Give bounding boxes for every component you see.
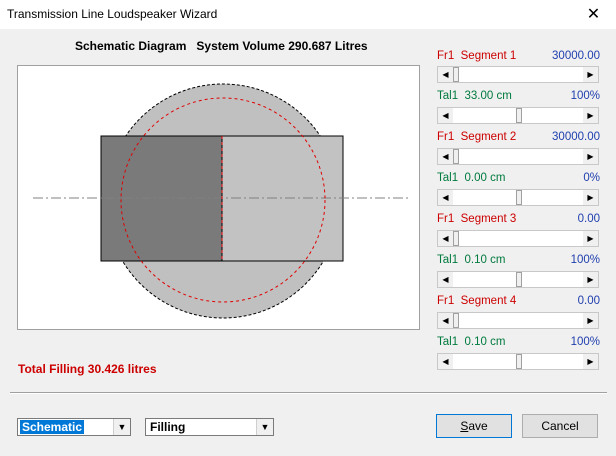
segment-2-frequency-label: Fr1 Segment 2 bbox=[437, 131, 517, 143]
scrollbar-thumb[interactable] bbox=[453, 149, 459, 164]
segment-1-taper-row: Tal1 33.00 cm 100% bbox=[437, 90, 600, 105]
segment-3-frequency-value: 0.00 bbox=[577, 213, 600, 225]
left-arrow-icon[interactable]: ◀ bbox=[438, 313, 453, 328]
segment-4-taper-value: 100% bbox=[570, 336, 600, 348]
save-button[interactable]: Save bbox=[436, 414, 512, 438]
left-arrow-icon[interactable]: ◀ bbox=[438, 67, 453, 82]
segment-3-frequency-scrollbar[interactable]: ◀ ▶ bbox=[437, 230, 599, 247]
scrollbar-thumb[interactable] bbox=[453, 67, 459, 82]
segment-1-frequency-label: Fr1 Segment 1 bbox=[437, 50, 517, 62]
segment-1-frequency-scrollbar[interactable]: ◀ ▶ bbox=[437, 66, 599, 83]
cancel-button[interactable]: Cancel bbox=[522, 414, 598, 438]
chevron-down-icon[interactable]: ▼ bbox=[256, 419, 273, 435]
left-arrow-icon[interactable]: ◀ bbox=[438, 231, 453, 246]
segment-2-frequency-value: 30000.00 bbox=[552, 131, 600, 143]
right-arrow-icon[interactable]: ▶ bbox=[583, 231, 598, 246]
right-arrow-icon[interactable]: ▶ bbox=[583, 149, 598, 164]
segment-2-taper-row: Tal1 0.00 cm 0% bbox=[437, 172, 600, 187]
scrollbar-track[interactable] bbox=[453, 108, 583, 123]
left-arrow-icon[interactable]: ◀ bbox=[438, 354, 453, 369]
right-arrow-icon[interactable]: ▶ bbox=[583, 67, 598, 82]
segment-4-taper-label: Tal1 0.10 cm bbox=[437, 336, 506, 348]
mode-select-value: Filling bbox=[150, 420, 186, 434]
segment-4-frequency-row: Fr1 Segment 4 0.00 bbox=[437, 295, 600, 310]
segment-3-frequency-row: Fr1 Segment 3 0.00 bbox=[437, 213, 600, 228]
segment-1-taper-value: 100% bbox=[570, 90, 600, 102]
right-arrow-icon[interactable]: ▶ bbox=[583, 190, 598, 205]
segment-1-taper-scrollbar[interactable]: ◀ ▶ bbox=[437, 107, 599, 124]
right-arrow-icon[interactable]: ▶ bbox=[583, 272, 598, 287]
scrollbar-track[interactable] bbox=[453, 190, 583, 205]
scrollbar-thumb[interactable] bbox=[516, 190, 522, 205]
scrollbar-thumb[interactable] bbox=[516, 272, 522, 287]
schematic-diagram bbox=[17, 65, 420, 330]
scrollbar-track[interactable] bbox=[453, 231, 583, 246]
schematic-drawing bbox=[33, 83, 408, 319]
scrollbar-track[interactable] bbox=[453, 272, 583, 287]
scrollbar-track[interactable] bbox=[453, 354, 583, 369]
segment-1-taper-label: Tal1 33.00 cm bbox=[437, 90, 512, 102]
view-select[interactable]: Schematic ▼ bbox=[17, 418, 131, 436]
scrollbar-track[interactable] bbox=[453, 67, 583, 82]
scrollbar-thumb[interactable] bbox=[453, 313, 459, 328]
right-arrow-icon[interactable]: ▶ bbox=[583, 108, 598, 123]
window-title: Transmission Line Loudspeaker Wizard bbox=[7, 7, 218, 21]
left-arrow-icon[interactable]: ◀ bbox=[438, 108, 453, 123]
scrollbar-track[interactable] bbox=[453, 313, 583, 328]
segment-3-taper-scrollbar[interactable]: ◀ ▶ bbox=[437, 271, 599, 288]
right-arrow-icon[interactable]: ▶ bbox=[583, 313, 598, 328]
separator bbox=[10, 392, 607, 394]
system-volume: System Volume 290.687 Litres bbox=[196, 39, 368, 53]
schematic-label: Schematic Diagram bbox=[75, 39, 187, 53]
total-filling: Total Filling 30.426 litres bbox=[18, 362, 157, 376]
segment-2-frequency-scrollbar[interactable]: ◀ ▶ bbox=[437, 148, 599, 165]
scrollbar-track[interactable] bbox=[453, 149, 583, 164]
title-bar: Transmission Line Loudspeaker Wizard ✕ bbox=[0, 0, 616, 30]
segment-4-frequency-value: 0.00 bbox=[577, 295, 600, 307]
mode-select[interactable]: Filling ▼ bbox=[145, 418, 274, 436]
segment-2-frequency-row: Fr1 Segment 2 30000.00 bbox=[437, 131, 600, 146]
left-arrow-icon[interactable]: ◀ bbox=[438, 190, 453, 205]
close-icon[interactable]: ✕ bbox=[571, 0, 616, 29]
segment-1-frequency-value: 30000.00 bbox=[552, 50, 600, 62]
segment-3-taper-value: 100% bbox=[570, 254, 600, 266]
segment-2-taper-scrollbar[interactable]: ◀ ▶ bbox=[437, 189, 599, 206]
segment-3-taper-label: Tal1 0.10 cm bbox=[437, 254, 506, 266]
segment-3-taper-row: Tal1 0.10 cm 100% bbox=[437, 254, 600, 269]
scrollbar-thumb[interactable] bbox=[516, 108, 522, 123]
chevron-down-icon[interactable]: ▼ bbox=[113, 419, 130, 435]
scrollbar-thumb[interactable] bbox=[516, 354, 522, 369]
left-arrow-icon[interactable]: ◀ bbox=[438, 272, 453, 287]
segment-1-frequency-row: Fr1 Segment 1 30000.00 bbox=[437, 50, 600, 65]
segment-4-frequency-label: Fr1 Segment 4 bbox=[437, 295, 517, 307]
segment-4-frequency-scrollbar[interactable]: ◀ ▶ bbox=[437, 312, 599, 329]
left-arrow-icon[interactable]: ◀ bbox=[438, 149, 453, 164]
right-arrow-icon[interactable]: ▶ bbox=[583, 354, 598, 369]
segment-4-taper-scrollbar[interactable]: ◀ ▶ bbox=[437, 353, 599, 370]
view-select-value: Schematic bbox=[20, 420, 85, 434]
segment-3-frequency-label: Fr1 Segment 3 bbox=[437, 213, 517, 225]
segment-2-taper-value: 0% bbox=[583, 172, 600, 184]
segment-4-taper-row: Tal1 0.10 cm 100% bbox=[437, 336, 600, 351]
scrollbar-thumb[interactable] bbox=[453, 231, 459, 246]
segment-2-taper-label: Tal1 0.00 cm bbox=[437, 172, 506, 184]
schematic-heading: Schematic Diagram System Volume 290.687 … bbox=[75, 39, 368, 53]
